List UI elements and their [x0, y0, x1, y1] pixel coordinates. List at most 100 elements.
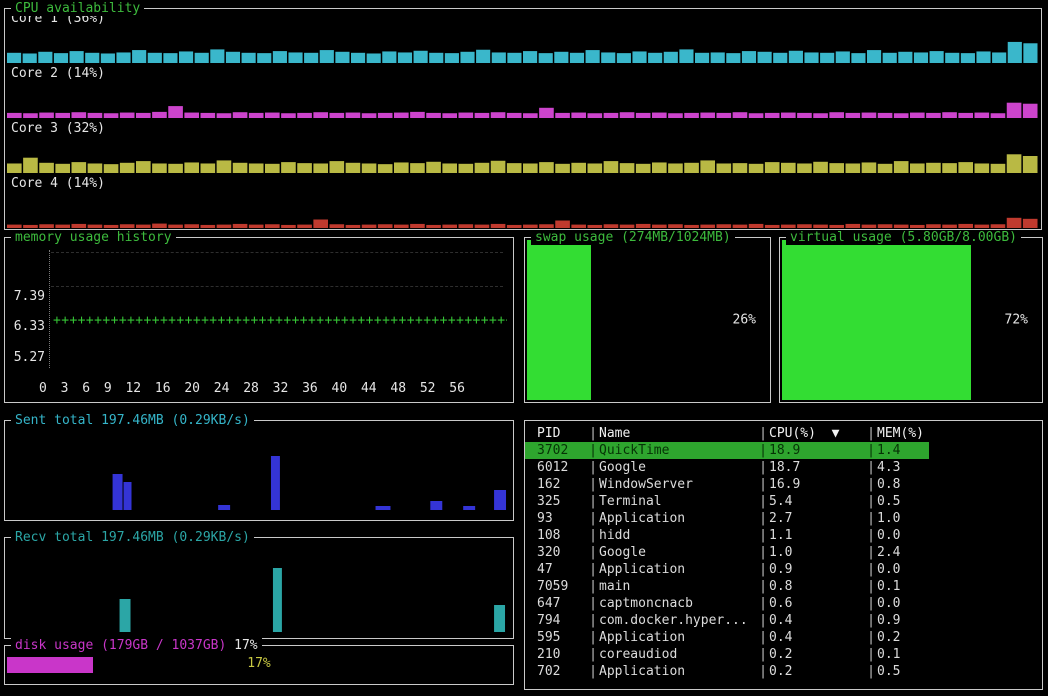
- process-cpu: 2.7: [769, 510, 865, 527]
- header-cpu-sort[interactable]: CPU(%) ▼: [769, 425, 865, 442]
- process-cpu: 16.9: [769, 476, 865, 493]
- header-name[interactable]: Name: [599, 425, 757, 442]
- pipe: |: [757, 663, 769, 680]
- pipe: |: [587, 425, 599, 442]
- process-cpu: 18.7: [769, 459, 865, 476]
- cpu-core-row: Core 2 (14%): [7, 65, 1039, 118]
- pipe: |: [587, 544, 599, 561]
- process-mem: 0.5: [877, 493, 1042, 510]
- pipe: |: [865, 561, 877, 578]
- pipe: |: [757, 629, 769, 646]
- pipe: |: [757, 646, 769, 663]
- pipe: |: [865, 612, 877, 629]
- net-sent-chart: [7, 454, 511, 510]
- memory-x-tick: 44: [361, 381, 377, 396]
- process-row[interactable]: 210|coreaudiod|0.2|0.1: [525, 646, 1042, 663]
- process-pid: 325: [537, 493, 587, 510]
- virtual-gauge-fill: [782, 240, 971, 400]
- process-row[interactable]: 93|Application|2.7|1.0: [525, 510, 1042, 527]
- memory-x-tick: 9: [104, 381, 112, 396]
- pipe: |: [865, 425, 877, 442]
- pipe: |: [757, 459, 769, 476]
- process-pid: 3702: [537, 442, 587, 459]
- process-cpu: 5.4: [769, 493, 865, 510]
- swap-panel: swap usage (274MB/1024MB) 26%: [524, 237, 771, 403]
- pipe: |: [587, 578, 599, 595]
- process-pid: 210: [537, 646, 587, 663]
- cpu-panel: CPU availability Core 1 (36%)Core 2 (14%…: [4, 8, 1042, 230]
- process-cpu: 0.2: [769, 663, 865, 680]
- header-mem[interactable]: MEM(%): [877, 425, 1042, 442]
- process-cpu: 0.2: [769, 646, 865, 663]
- memory-y-axis: [49, 250, 50, 368]
- pipe: |: [757, 612, 769, 629]
- process-name: WindowServer: [599, 476, 757, 493]
- process-row[interactable]: 325|Terminal|5.4|0.5: [525, 493, 1042, 510]
- process-mem: 0.1: [877, 646, 1042, 663]
- virtual-panel-title: virtual usage (5.80GB/8.00GB): [786, 230, 1021, 245]
- process-name: Application: [599, 510, 757, 527]
- pipe: |: [587, 646, 599, 663]
- process-row[interactable]: 647|captmoncnacb|0.6|0.0: [525, 595, 1042, 612]
- pipe: |: [865, 646, 877, 663]
- pipe: |: [587, 493, 599, 510]
- pipe: |: [757, 510, 769, 527]
- process-mem: 4.3: [877, 459, 1042, 476]
- process-name: coreaudiod: [599, 646, 757, 663]
- pipe: |: [865, 527, 877, 544]
- pipe: |: [587, 442, 599, 459]
- header-pid[interactable]: PID: [537, 425, 587, 442]
- pipe: |: [587, 595, 599, 612]
- process-pid: 794: [537, 612, 587, 629]
- pipe: |: [757, 425, 769, 442]
- memory-x-tick: 32: [273, 381, 289, 396]
- pipe: |: [865, 493, 877, 510]
- process-row[interactable]: 7059|main|0.8|0.1: [525, 578, 1042, 595]
- net-sent-panel: Sent total 197.46MB (0.29KB/s): [4, 420, 514, 521]
- pipe: |: [587, 561, 599, 578]
- process-pid: 647: [537, 595, 587, 612]
- pipe: |: [587, 510, 599, 527]
- process-mem: 0.1: [877, 578, 1042, 595]
- cpu-core-row: Core 1 (36%): [7, 10, 1039, 63]
- disk-panel-title: disk usage (179GB / 1037GB) 17%: [11, 638, 262, 653]
- process-pid: 702: [537, 663, 587, 680]
- pipe: |: [865, 459, 877, 476]
- memory-panel-title: memory usage history: [11, 230, 176, 245]
- pipe: |: [865, 544, 877, 561]
- process-row[interactable]: 47|Application|0.9|0.0: [525, 561, 1042, 578]
- process-row[interactable]: 702|Application|0.2|0.5: [525, 663, 1042, 680]
- process-name: Google: [599, 459, 757, 476]
- process-cpu: 0.4: [769, 629, 865, 646]
- memory-x-tick: 16: [155, 381, 171, 396]
- disk-title-text: disk usage (179GB / 1037GB): [15, 638, 234, 653]
- memory-x-tick: 28: [243, 381, 259, 396]
- pipe: |: [865, 595, 877, 612]
- process-mem: 0.0: [877, 561, 1042, 578]
- process-row[interactable]: 3702|QuickTime|18.9|1.4: [525, 442, 1042, 459]
- process-table-header: PID | Name | CPU(%) ▼ | MEM(%): [525, 425, 1042, 442]
- process-row[interactable]: 794|com.docker.hyper...|0.4|0.9: [525, 612, 1042, 629]
- process-pid: 7059: [537, 578, 587, 595]
- process-pid: 6012: [537, 459, 587, 476]
- memory-panel: memory usage history 7.39 6.33 5.27 ++++…: [4, 237, 514, 403]
- process-row[interactable]: 162|WindowServer|16.9|0.8: [525, 476, 1042, 493]
- process-cpu: 18.9: [769, 442, 865, 459]
- pipe: |: [587, 476, 599, 493]
- process-row[interactable]: 108|hidd|1.1|0.0: [525, 527, 1042, 544]
- process-row[interactable]: 320|Google|1.0|2.4: [525, 544, 1042, 561]
- pipe: |: [757, 578, 769, 595]
- memory-usage-line: ++++++++++++++++++++++++++++++++++++++++…: [53, 313, 507, 329]
- process-pid: 162: [537, 476, 587, 493]
- memory-chart: 7.39 6.33 5.27 +++++++++++++++++++++++++…: [5, 238, 513, 402]
- process-row[interactable]: 6012|Google|18.7|4.3: [525, 459, 1042, 476]
- cpu-core-label: Core 2 (14%): [7, 65, 1039, 82]
- process-name: main: [599, 578, 757, 595]
- process-row[interactable]: 595|Application|0.4|0.2: [525, 629, 1042, 646]
- cpu-core-sparkline: [7, 84, 1039, 118]
- swap-percent-label: 26%: [733, 313, 756, 328]
- memory-gridline: [51, 252, 503, 253]
- process-mem: 2.4: [877, 544, 1042, 561]
- virtual-percent-label: 72%: [1005, 313, 1028, 328]
- memory-x-tick: 3: [61, 381, 69, 396]
